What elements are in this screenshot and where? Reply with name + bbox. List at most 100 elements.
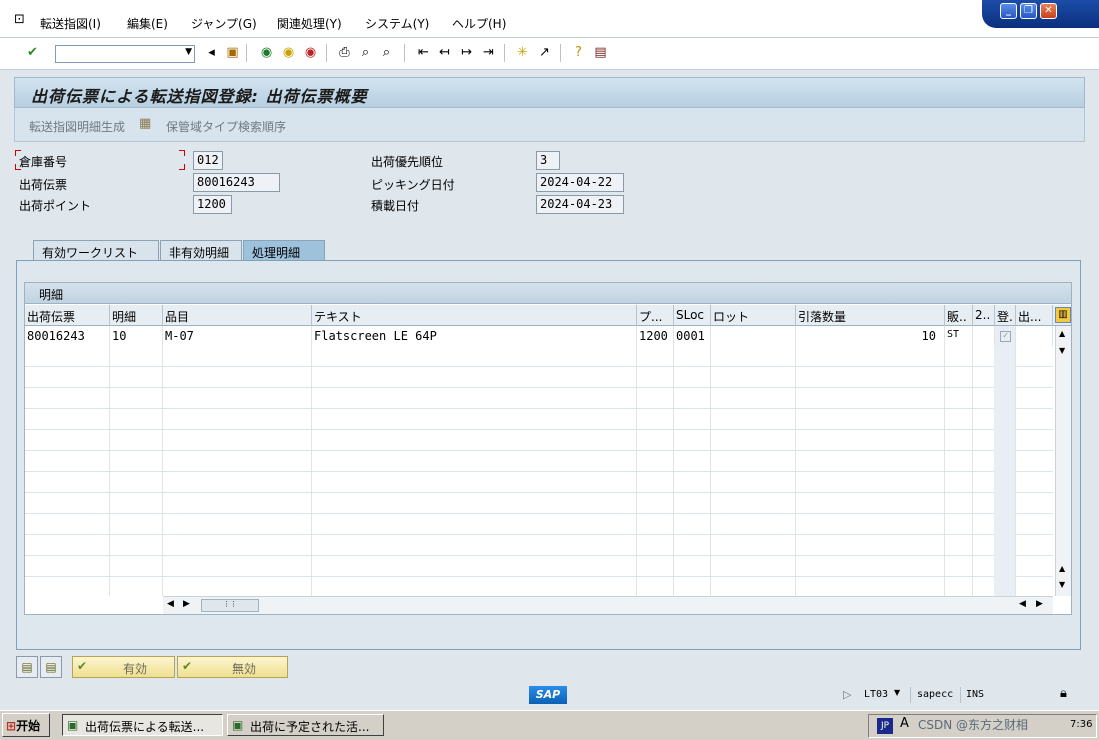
server-name: sapecc (917, 689, 954, 700)
chevron-down-icon[interactable]: ▼ (894, 688, 900, 697)
col-delivery[interactable]: 出荷伝票 (25, 305, 110, 326)
language-indicator[interactable]: JP (877, 718, 893, 734)
menu-system[interactable]: システム(Y) (365, 15, 429, 32)
col-sloc[interactable]: SLoc (674, 305, 711, 326)
scroll-up-icon[interactable]: ▲ (1059, 329, 1065, 338)
picking-date-field[interactable]: 2024-04-22 (536, 173, 624, 192)
invalid-button[interactable]: ✔ 無効 (177, 656, 288, 678)
enter-icon[interactable]: ✔ (24, 44, 41, 61)
table-settings-icon[interactable]: ▥ (1055, 307, 1071, 323)
shipping-point-field[interactable]: 1200 (193, 195, 232, 214)
tab-inactive-items[interactable]: 非有効明細 (160, 240, 242, 261)
restore-icon[interactable]: ❐ (1020, 3, 1037, 19)
menubar: ⊡ 転送指図(I) 編集(E) ジャンプ(G) 関連処理(Y) システム(Y) … (0, 0, 1099, 38)
cell-item: 10 (110, 326, 163, 347)
scroll-up-icon[interactable]: ▲ (1059, 564, 1065, 573)
cell-sales-unit: ST (945, 326, 973, 347)
new-session-icon[interactable]: ✳ (514, 44, 531, 61)
col-item[interactable]: 明細 (110, 305, 163, 326)
command-field[interactable]: ▼ (55, 45, 195, 63)
cell-2 (973, 326, 995, 347)
generate-to-item-button[interactable]: 転送指図明細生成 (29, 118, 125, 135)
tab-processed-items[interactable]: 処理明細 (243, 240, 325, 261)
ime-icon[interactable]: A (900, 716, 909, 731)
checkbox-icon[interactable]: ✓ (1000, 331, 1011, 342)
title-bar: 出荷伝票による転送指図登録: 出荷伝票概要 (14, 77, 1085, 108)
previous-page-icon[interactable]: ↤ (436, 44, 453, 61)
warehouse-field[interactable]: 012 (193, 151, 223, 170)
col-text[interactable]: テキスト (312, 305, 637, 326)
col-quantity[interactable]: 引落数量 (796, 305, 945, 326)
task-sap-window-2[interactable]: ▣ 出荷に予定された活... (227, 714, 384, 736)
menu-goto[interactable]: ジャンプ(G) (191, 15, 257, 32)
priority-field[interactable]: 3 (536, 151, 560, 170)
valid-button[interactable]: ✔ 有効 (72, 656, 175, 678)
scroll-right-icon[interactable]: ▶ (1036, 599, 1043, 609)
cell-out (1016, 326, 1053, 347)
scroll-thumb[interactable]: ⋮⋮ (201, 599, 259, 612)
minimize-icon[interactable]: _ (1000, 3, 1017, 19)
col-sales-unit[interactable]: 販.. (945, 305, 973, 326)
cell-registered: ✓ (995, 326, 1016, 347)
picking-date-label: ピッキング日付 (371, 178, 455, 192)
select-all-icon[interactable]: ▤ (16, 656, 38, 678)
cancel-icon[interactable]: ◉ (302, 44, 319, 61)
application-toolbar: 転送指図明細生成 ▦ 保管域タイプ検索順序 (14, 108, 1085, 142)
arrow-left-icon[interactable]: ◂ (203, 44, 220, 61)
play-icon[interactable]: ▷ (843, 688, 851, 701)
menu-icon[interactable]: ⊡ (14, 12, 25, 27)
storage-type-icon: ▦ (139, 116, 152, 131)
scroll-left-icon[interactable]: ◀ (1019, 599, 1026, 609)
find-icon[interactable]: ⌕ (357, 44, 374, 61)
col-plant[interactable]: プ... (637, 305, 674, 326)
col-batch[interactable]: ロット (711, 305, 796, 326)
menu-transfer-order[interactable]: 転送指図(I) (40, 15, 101, 32)
loading-date-field[interactable]: 2024-04-23 (536, 195, 624, 214)
vertical-scrollbar[interactable]: ▲ ▼ ▲ ▼ (1055, 326, 1071, 596)
tab-active-worklist[interactable]: 有効ワークリスト (33, 240, 159, 261)
storage-type-search-button[interactable]: 保管域タイプ検索順序 (166, 118, 286, 135)
find-next-icon[interactable]: ⌕ (378, 44, 395, 61)
save-icon[interactable]: ▣ (224, 44, 241, 61)
menu-related[interactable]: 関連処理(Y) (277, 15, 342, 32)
page-title: 出荷伝票による転送指図登録: 出荷伝票概要 (31, 87, 368, 106)
first-page-icon[interactable]: ⇤ (415, 44, 432, 61)
scroll-right-icon[interactable]: ▶ (183, 599, 190, 609)
scroll-left-icon[interactable]: ◀ (167, 599, 174, 609)
next-page-icon[interactable]: ↦ (458, 44, 475, 61)
scroll-down-icon[interactable]: ▼ (1059, 580, 1065, 589)
delivery-label: 出荷伝票 (19, 178, 68, 192)
print-icon[interactable]: ⎙ (336, 44, 353, 61)
table-row[interactable]: 80016243 10 M-07 Flatscreen LE 64P 1200 … (25, 326, 1053, 347)
loading-date-label: 積載日付 (371, 199, 420, 213)
col-2[interactable]: 2.. (973, 305, 995, 326)
deselect-all-icon[interactable]: ▤ (40, 656, 62, 678)
menu-help[interactable]: ヘルプ(H) (452, 15, 506, 32)
menu-edit[interactable]: 編集(E) (127, 15, 168, 32)
col-out[interactable]: 出... (1016, 305, 1053, 326)
shipping-point-label: 出荷ポイント (19, 199, 92, 213)
help-icon[interactable]: ? (570, 44, 587, 61)
windows-icon: ⊞ (6, 719, 17, 733)
col-registered[interactable]: 登. (995, 305, 1016, 326)
cell-delivery: 80016243 (25, 326, 110, 347)
close-icon[interactable]: ✕ (1040, 3, 1057, 19)
layout-icon[interactable]: ▤ (592, 44, 609, 61)
task-sap-window-1[interactable]: ▣ 出荷伝票による転送... (62, 714, 223, 736)
shortcut-icon[interactable]: ↗ (536, 44, 553, 61)
insert-mode: INS (966, 689, 985, 700)
cell-material: M-07 (163, 326, 312, 347)
scroll-down-icon[interactable]: ▼ (1059, 346, 1065, 355)
delivery-field[interactable]: 80016243 (193, 173, 280, 192)
lock-icon[interactable]: 🔒︎ (1060, 686, 1067, 701)
horizontal-scrollbar[interactable]: ◀ ▶ ⋮⋮ ◀ ▶ (163, 596, 1053, 614)
priority-label: 出荷優先順位 (371, 155, 444, 169)
table-header: 出荷伝票 明細 品目 テキスト プ... SLoc ロット 引落数量 販.. 2… (25, 305, 1071, 326)
valid-label: 有効 (123, 662, 148, 676)
back-icon[interactable]: ◉ (258, 44, 275, 61)
exit-icon[interactable]: ◉ (280, 44, 297, 61)
col-material[interactable]: 品目 (163, 305, 312, 326)
start-button[interactable]: ⊞开始 (2, 713, 50, 737)
chevron-down-icon[interactable]: ▼ (185, 47, 192, 57)
last-page-icon[interactable]: ⇥ (480, 44, 497, 61)
